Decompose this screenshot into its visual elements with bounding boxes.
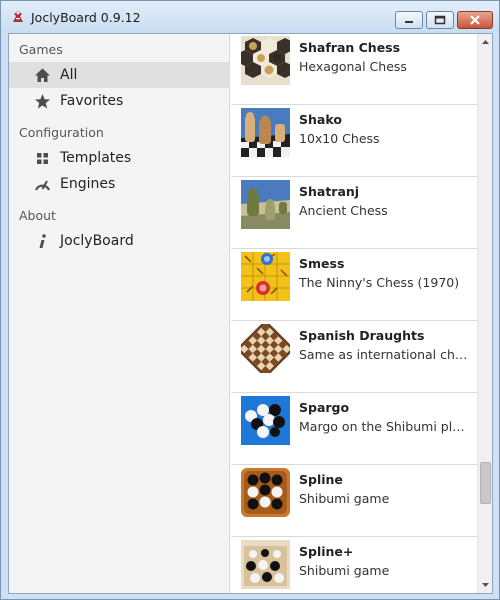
close-icon: [470, 15, 480, 25]
scroll-thumb[interactable]: [480, 462, 491, 504]
vertical-scrollbar[interactable]: [477, 34, 492, 593]
game-name: Shafran Chess: [299, 40, 401, 55]
close-button[interactable]: [457, 11, 493, 29]
game-description: Margo on the Shibumi platform: [299, 419, 471, 434]
gauge-icon: [34, 180, 51, 191]
scroll-down-button[interactable]: [478, 577, 492, 593]
restore-icon: [434, 15, 446, 25]
game-item-spline-plus[interactable]: Spline+ Shibumi game: [231, 537, 477, 593]
sidebar-item-favorites[interactable]: Favorites: [9, 88, 230, 114]
sidebar-item-joclyboard[interactable]: JoclyBoard: [9, 228, 230, 254]
scroll-track[interactable]: [478, 50, 492, 577]
title-bar[interactable]: JoclyBoard 0.9.12: [1, 1, 499, 33]
game-description: 10x10 Chess: [299, 131, 380, 146]
game-name: Spline+: [299, 544, 354, 559]
game-item-spanish-draughts[interactable]: Spanish Draughts Same as international c…: [231, 321, 477, 393]
game-item-smess[interactable]: Smess The Ninny's Chess (1970): [231, 249, 477, 321]
scroll-up-arrow-icon: [482, 40, 489, 44]
game-name: Smess: [299, 256, 345, 271]
info-icon: [39, 234, 46, 248]
section-header-games: Games: [19, 42, 63, 57]
section-header-configuration: Configuration: [19, 125, 104, 140]
game-item-shako[interactable]: Shako 10x10 Chess: [231, 105, 477, 177]
grid-icon: [37, 153, 48, 164]
game-description: Hexagonal Chess: [299, 59, 407, 74]
star-icon: [35, 94, 50, 109]
sidebar-item-all[interactable]: All: [9, 62, 230, 88]
game-item-shafran-chess[interactable]: Shafran Chess Hexagonal Chess: [231, 34, 477, 105]
app-window: JoclyBoard 0.9.12 Games All Favorites Co…: [0, 0, 500, 600]
game-name: Shatranj: [299, 184, 360, 199]
sidebar-item-label: All: [60, 67, 78, 83]
wooden-chess-pieces-icon: [241, 108, 290, 157]
scroll-down-arrow-icon: [482, 583, 489, 587]
game-item-spline[interactable]: Spline Shibumi game: [231, 465, 477, 537]
sidebar-item-engines[interactable]: Engines: [9, 171, 230, 197]
section-header-about: About: [19, 208, 56, 223]
game-item-shatranj[interactable]: Shatranj Ancient Chess: [231, 177, 477, 249]
sidebar-item-label: JoclyBoard: [60, 233, 134, 249]
game-name: Spanish Draughts: [299, 328, 425, 343]
game-description: Shibumi game: [299, 491, 390, 506]
game-description: Same as international check...: [299, 347, 471, 362]
blue-spheres-board-icon: [241, 396, 290, 445]
main-content: Games All Favorites Configuration Templa…: [8, 33, 493, 594]
game-name: Spargo: [299, 400, 350, 415]
sidebar-item-label: Favorites: [60, 93, 124, 109]
sidebar-item-templates[interactable]: Templates: [9, 145, 230, 171]
minimize-icon: [405, 21, 413, 23]
game-name: Spline: [299, 472, 343, 487]
green-board-pieces-icon: [241, 180, 290, 229]
beige-spheres-board-icon: [241, 540, 290, 589]
game-item-spargo[interactable]: Spargo Margo on the Shibumi platform: [231, 393, 477, 465]
checkers-board-icon: [241, 324, 290, 373]
app-logo-icon: [13, 11, 23, 22]
game-description: The Ninny's Chess (1970): [299, 275, 460, 290]
game-description: Ancient Chess: [299, 203, 388, 218]
sidebar-item-label: Templates: [60, 150, 132, 166]
home-icon: [35, 68, 50, 82]
game-list[interactable]: Shafran Chess Hexagonal Chess Shako 10x1…: [231, 34, 477, 593]
game-description: Shibumi game: [299, 563, 390, 578]
yellow-arrow-board-icon: [241, 252, 290, 301]
sidebar-item-label: Engines: [60, 176, 116, 192]
game-name: Shako: [299, 112, 342, 127]
sidebar: Games All Favorites Configuration Templa…: [9, 34, 230, 593]
scroll-up-button[interactable]: [478, 34, 492, 50]
orange-spheres-board-icon: [241, 468, 290, 517]
window-title: JoclyBoard 0.9.12: [31, 10, 141, 25]
minimize-button[interactable]: [395, 11, 423, 29]
hexagonal-board-icon: [241, 36, 290, 85]
maximize-button[interactable]: [426, 11, 454, 29]
